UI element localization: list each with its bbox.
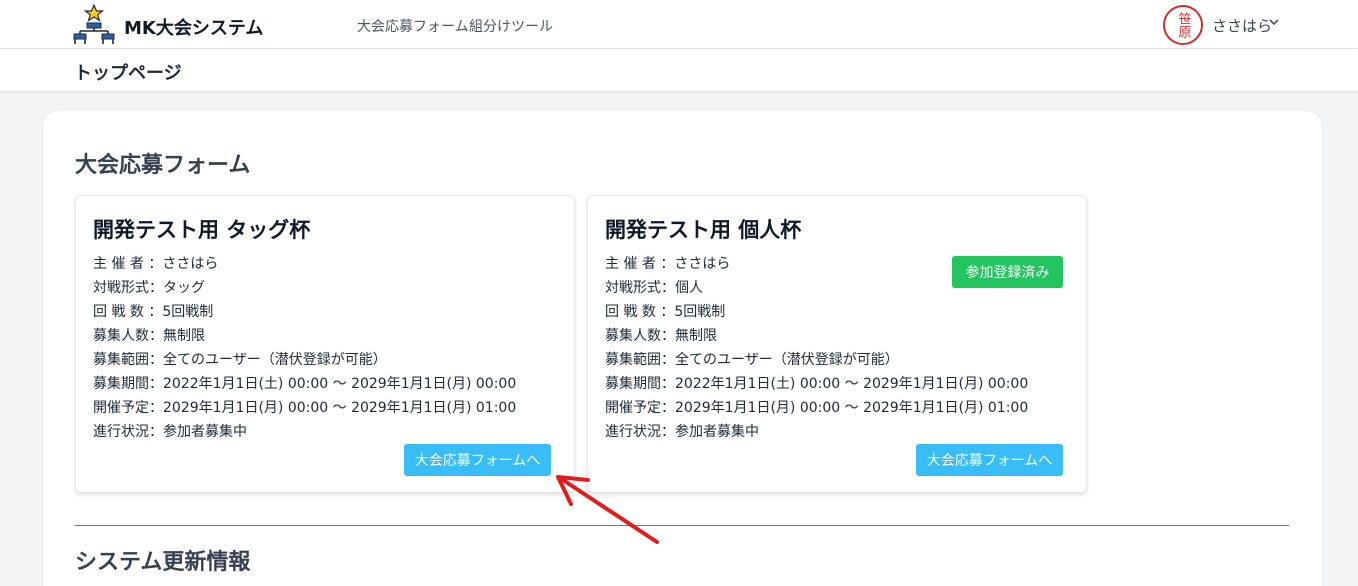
entry-form-button[interactable]: 大会応募フォームへ xyxy=(404,444,551,476)
registered-badge: 参加登録済み xyxy=(952,256,1063,288)
brand-name[interactable]: MK大会システム xyxy=(124,14,263,40)
detail-status: 進行状況：参加者募集中 xyxy=(605,424,759,440)
nav-link-entry-form[interactable]: 大会応募フォーム xyxy=(357,16,469,36)
card-details: 主 催 者 ：ささはら 対戦形式：タッグ 回 戦 数 ：5回戦制 募集人数：無制… xyxy=(93,252,516,444)
entry-form-button[interactable]: 大会応募フォームへ xyxy=(916,444,1063,476)
hanko-seal-icon[interactable]: 笹原 xyxy=(1162,4,1204,46)
detail-rounds: 回 戦 数 ：5回戦制 xyxy=(93,304,214,320)
detail-status: 進行状況：参加者募集中 xyxy=(93,424,247,440)
nav-link-group-tool[interactable]: 組分けツール xyxy=(469,16,553,36)
section-divider xyxy=(75,525,1289,526)
tournament-card: 開発テスト用 タッグ杯 主 催 者 ：ささはら 対戦形式：タッグ 回 戦 数 ：… xyxy=(75,195,575,493)
detail-capacity: 募集人数：無制限 xyxy=(93,328,205,344)
detail-schedule: 開催予定：2029年1月1日(月) 00:00 〜 2029年1月1日(月) 0… xyxy=(605,400,1029,416)
detail-schedule: 開催予定：2029年1月1日(月) 00:00 〜 2029年1月1日(月) 0… xyxy=(93,400,517,416)
detail-format: 対戦形式：タッグ xyxy=(93,280,205,296)
section-title-entry-forms: 大会応募フォーム xyxy=(75,153,251,178)
detail-scope: 募集範囲：全てのユーザー（潜伏登録が可能） xyxy=(605,352,899,368)
chevron-down-icon[interactable] xyxy=(1268,16,1280,28)
section-title-system-updates: システム更新情報 xyxy=(75,550,251,575)
top-navbar: MK大会システム 大会応募フォーム 組分けツール 笹原 ささはら xyxy=(0,0,1358,49)
detail-scope: 募集範囲：全てのユーザー（潜伏登録が可能） xyxy=(93,352,387,368)
seal-text: 笹原 xyxy=(1176,11,1192,38)
page-title: トップページ xyxy=(74,63,182,84)
page-header: トップページ xyxy=(0,49,1358,91)
tournament-card: 開発テスト用 個人杯 主 催 者 ：ささはら 対戦形式：個人 回 戦 数 ：5回… xyxy=(587,195,1087,493)
card-title: 開発テスト用 個人杯 xyxy=(605,218,802,242)
detail-organizer: 主 催 者 ：ささはら xyxy=(93,256,219,272)
user-name[interactable]: ささはら xyxy=(1212,15,1272,36)
detail-capacity: 募集人数：無制限 xyxy=(605,328,717,344)
tournament-bracket-star-icon[interactable] xyxy=(73,4,115,44)
detail-recruit-period: 募集期間：2022年1月1日(土) 00:00 〜 2029年1月1日(月) 0… xyxy=(605,376,1029,392)
red-arrow-icon xyxy=(556,475,659,544)
card-title: 開発テスト用 タッグ杯 xyxy=(93,218,311,242)
detail-rounds: 回 戦 数 ：5回戦制 xyxy=(605,304,726,320)
detail-recruit-period: 募集期間：2022年1月1日(土) 00:00 〜 2029年1月1日(月) 0… xyxy=(93,376,517,392)
